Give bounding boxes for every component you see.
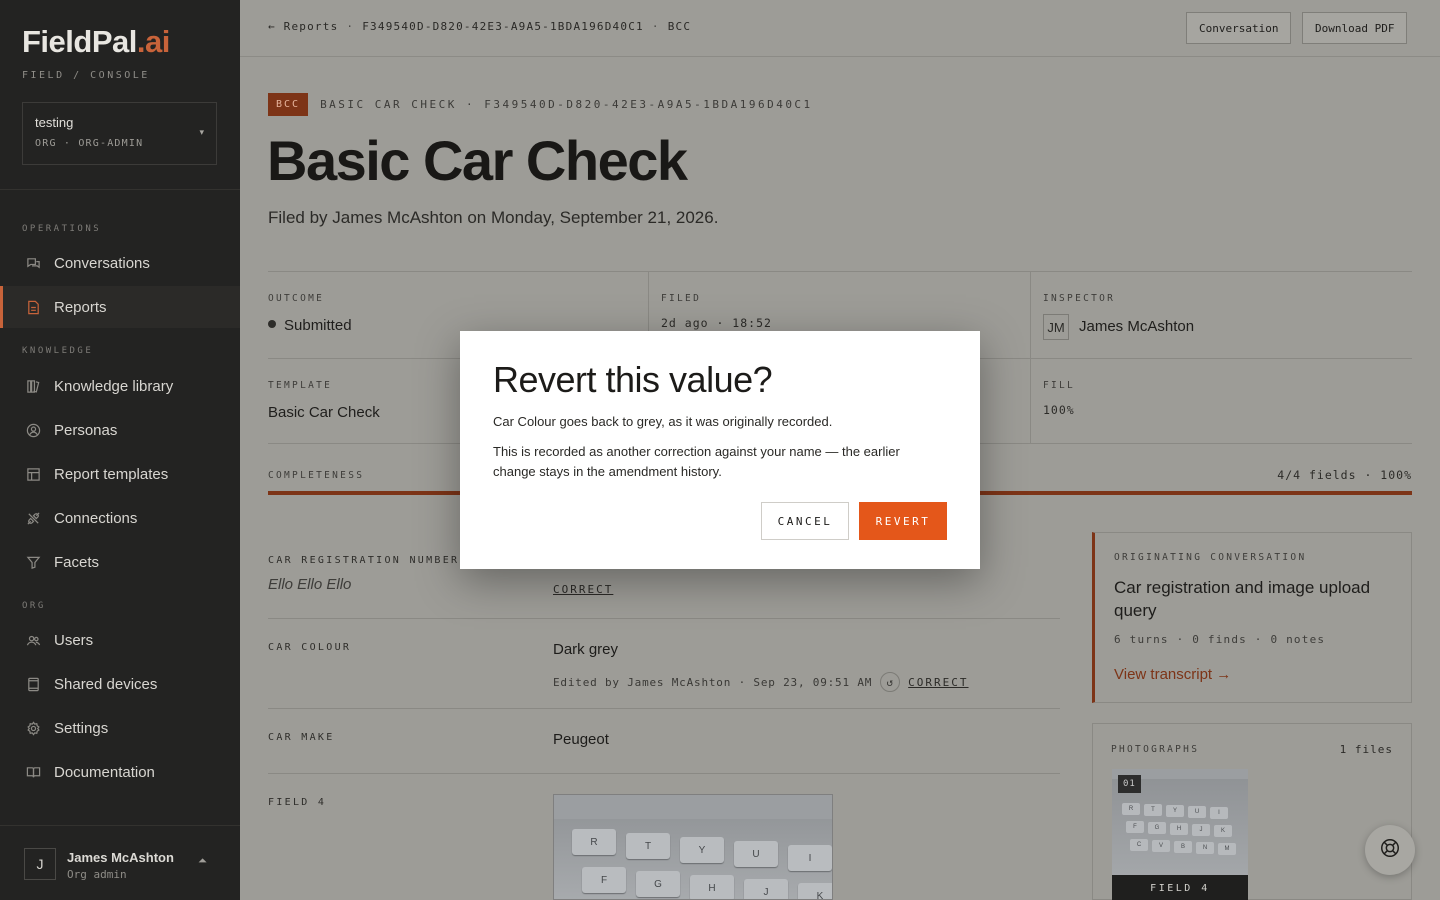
cancel-button[interactable]: CANCEL [761, 502, 849, 540]
revert-confirm-dialog: Revert this value? Car Colour goes back … [460, 331, 980, 569]
dialog-message: Car Colour goes back to grey, as it was … [493, 414, 833, 429]
dialog-title: Revert this value? [493, 359, 773, 400]
revert-button[interactable]: REVERT [859, 502, 947, 540]
dialog-note: This is recorded as another correction a… [493, 444, 900, 479]
